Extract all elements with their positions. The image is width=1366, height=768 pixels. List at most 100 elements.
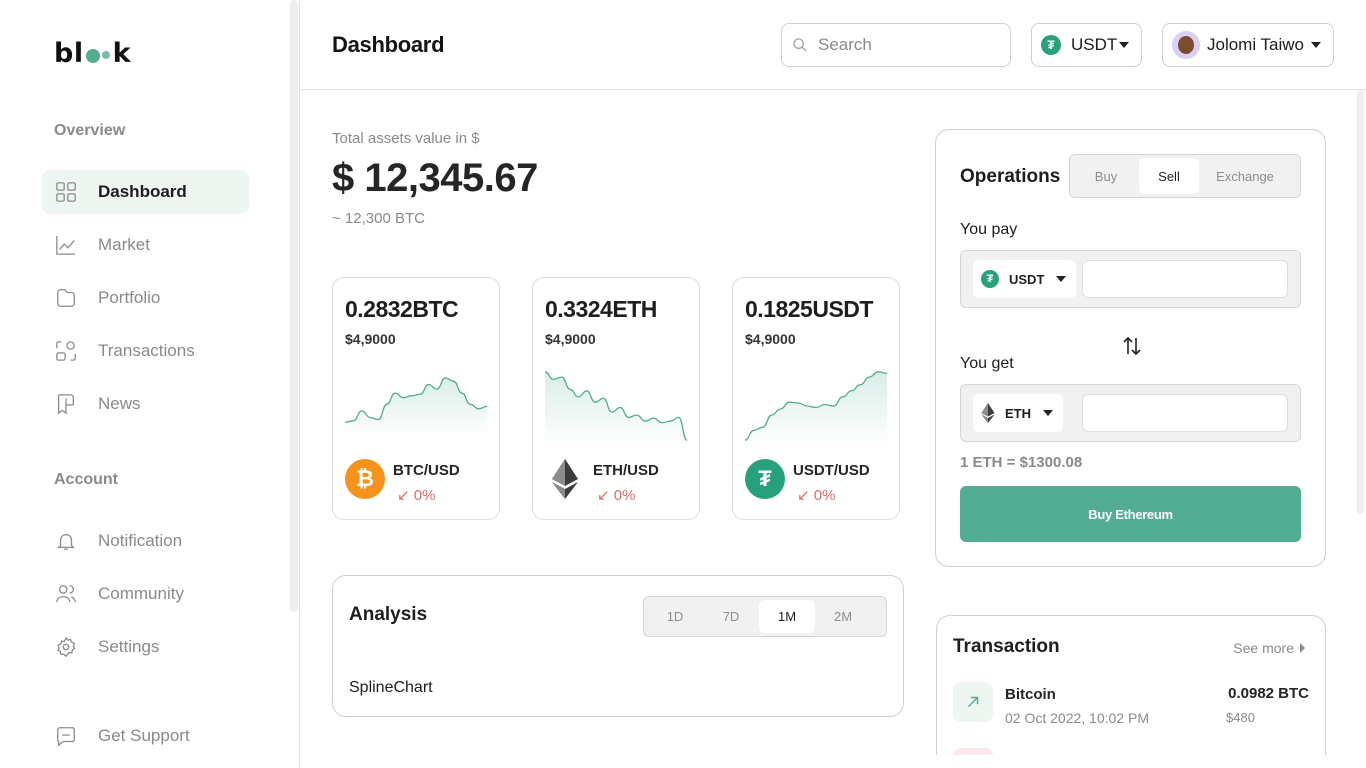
transaction-date: 02 Oct 2022, 10:02 PM [1005,710,1149,726]
top-header: Dashboard ₮ USDT Jolomi Taiwo [300,0,1366,90]
see-more-link[interactable]: See more [1233,640,1305,656]
chevron-right-icon [1300,643,1305,653]
arrow-down-left-icon: ↙ [797,487,810,504]
pay-token-label: USDT [1009,271,1045,287]
tab-exchange[interactable]: Exchange [1199,158,1291,194]
range-7d[interactable]: 7D [703,600,759,633]
chart-placeholder: SplineChart [349,679,433,696]
buy-ethereum-button[interactable]: Buy Ethereum [960,486,1301,542]
coin-card-btc[interactable]: 0.2832BTC $4,9000 ₿ BTC/USD ↙ 0% [332,277,500,520]
sidebar-scrollbar[interactable] [290,0,298,612]
get-field: ETH [960,384,1301,442]
tab-sell[interactable]: Sell [1139,158,1199,194]
coin-pair: USDT/USD [793,462,870,479]
overview-section-title: Overview [54,122,126,139]
sidebar-item-news[interactable]: News [42,382,249,426]
grid-icon [54,180,78,204]
user-menu[interactable]: Jolomi Taiwo [1162,23,1334,67]
sidebar-item-label: Notification [98,531,183,550]
you-pay-label: You pay [960,221,1018,238]
pay-token-dropdown[interactable]: ₮ USDT [973,260,1077,298]
sparkline-area [745,371,887,446]
chat-icon [54,724,78,748]
range-1d[interactable]: 1D [647,600,703,633]
see-more-label: See more [1233,640,1294,656]
total-assets-label: Total assets value in $ [332,130,480,147]
analysis-card: Analysis 1D 7D 1M 2M SplineChart [332,575,904,717]
sidebar-item-label: Transactions [98,341,195,360]
range-1m[interactable]: 1M [759,600,815,633]
search-input[interactable] [818,35,998,55]
pay-amount-input[interactable] [1082,260,1288,298]
sparkline-area [345,377,487,436]
search-box[interactable] [781,23,1011,67]
bell-icon [54,529,78,553]
chart-line-icon [54,233,78,257]
coin-pair: BTC/USD [393,462,460,479]
ethereum-icon [981,403,995,423]
app-root: bl k Overview Dashboard Market Portfolio [0,0,1366,768]
get-amount-input[interactable] [1082,394,1288,432]
arrow-down-icon [953,748,993,755]
sidebar-item-transactions[interactable]: Transactions [42,329,249,373]
get-token-label: ETH [1005,405,1031,421]
total-assets-btc: ~ 12,300 BTC [332,210,425,227]
logo-text-start: bl [54,38,84,69]
sidebar-item-dashboard[interactable]: Dashboard [42,170,249,214]
arrow-up-right-icon [953,682,993,722]
operation-tabs: Buy Sell Exchange [1069,154,1301,198]
coin-card-eth[interactable]: 0.3324ETH $4,9000 ETH/USD ↙ 0% [532,277,700,520]
exchange-rate: 1 ETH = $1300.08 [960,454,1083,471]
chevron-down-icon [1056,276,1067,282]
gear-icon [54,635,78,659]
sidebar-item-label: Settings [98,637,160,656]
tether-icon: ₮ [1041,35,1061,55]
main-scrollbar[interactable] [1357,90,1364,514]
tab-buy[interactable]: Buy [1073,158,1139,194]
swap-icon[interactable] [1120,334,1144,358]
sidebar-item-portfolio[interactable]: Portfolio [42,276,249,320]
chevron-down-icon [1119,42,1129,48]
range-selector: 1D 7D 1M 2M [643,596,887,637]
tether-icon: ₮ [745,459,785,499]
sidebar-item-settings[interactable]: Settings [42,625,249,669]
get-support-link[interactable]: Get Support [42,714,249,758]
sidebar-item-label: News [98,394,141,413]
transaction-usd: $480 [1226,710,1255,725]
sparkline-chart [345,377,487,436]
avatar [1172,31,1200,59]
sidebar: bl k Overview Dashboard Market Portfolio [0,0,300,768]
news-icon [54,392,78,416]
coin-change-value: 0% [613,487,636,504]
user-name: Jolomi Taiwo [1207,35,1305,54]
coin-change: ↙ 0% [397,486,435,504]
you-get-label: You get [960,355,1014,372]
get-token-dropdown[interactable]: ETH [973,394,1063,432]
arrow-down-left-icon: ↙ [397,487,410,504]
sidebar-item-notification[interactable]: Notification [42,519,249,563]
coin-card-usdt[interactable]: 0.1825USDT $4,9000 ₮ USDT/USD ↙ 0% [732,277,900,520]
transaction-name: Bitcoin [1005,686,1056,703]
sidebar-item-community[interactable]: Community [42,572,249,616]
transaction-amount: 0.0982 BTC [1228,685,1309,702]
sidebar-item-label: Portfolio [98,288,161,307]
total-assets-value: $ 12,345.67 [332,156,538,200]
currency-dropdown[interactable]: ₮ USDT [1031,23,1142,67]
currency-label: USDT [1071,35,1118,54]
logo[interactable]: bl k [54,38,131,69]
coin-usd-value: $4,9000 [345,331,396,347]
coin-change-value: 0% [813,487,836,504]
sidebar-item-label: Get Support [98,726,190,745]
account-section-title: Account [54,471,118,488]
logo-dot [85,48,100,63]
coin-amount: 0.3324ETH [545,296,657,322]
community-icon [54,582,78,606]
analysis-title: Analysis [349,604,428,625]
ethereum-icon [545,459,585,499]
sidebar-item-market[interactable]: Market [42,223,249,267]
folder-icon [54,286,78,310]
transaction-title: Transaction [953,636,1060,657]
range-2m[interactable]: 2M [815,600,871,633]
tether-icon: ₮ [981,270,999,288]
pay-field: ₮ USDT [960,250,1301,308]
